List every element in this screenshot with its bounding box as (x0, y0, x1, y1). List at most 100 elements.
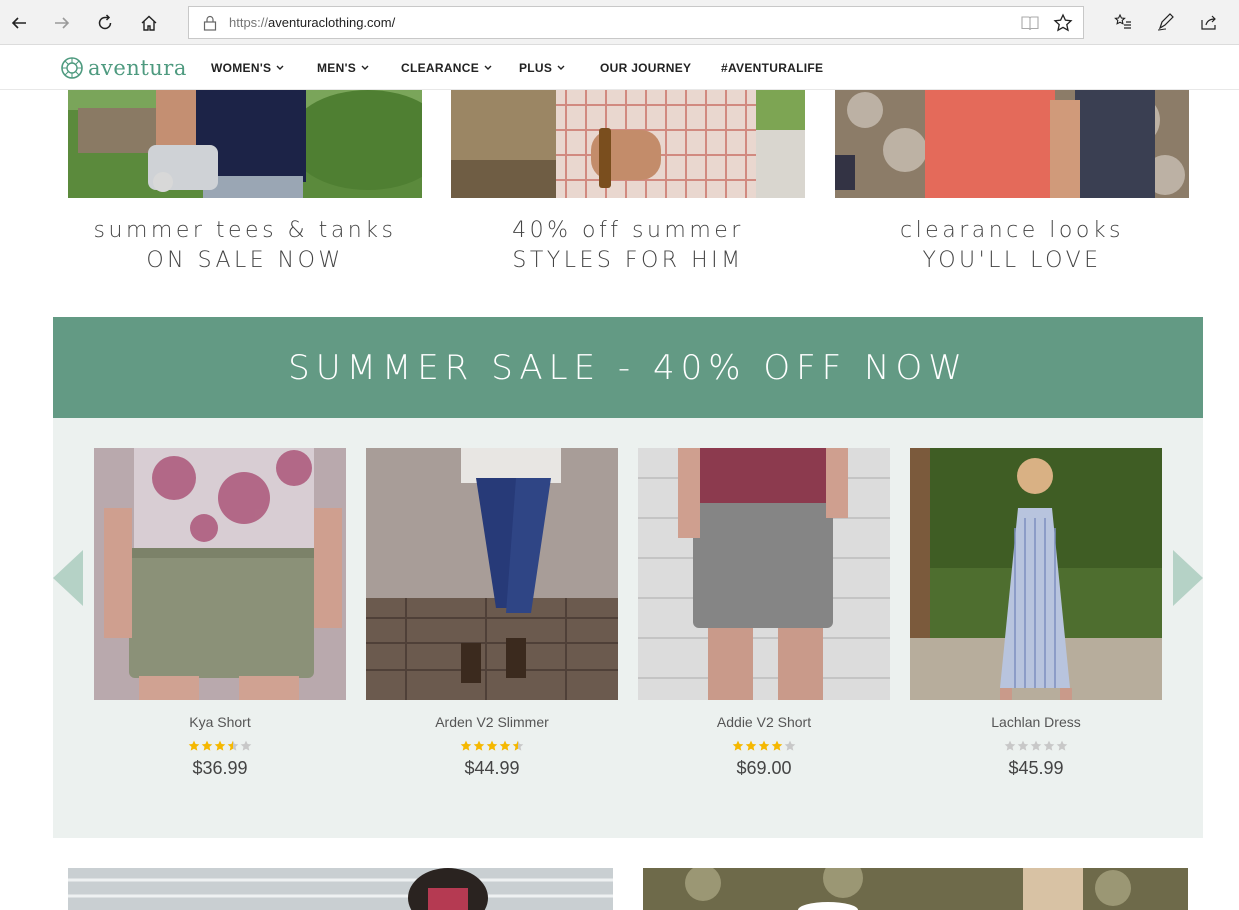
hero-photo (68, 90, 422, 198)
nav-item-clearance[interactable]: CLEARANCE (401, 61, 519, 75)
logo-mandala-icon (61, 57, 83, 79)
rating-star-icon (473, 740, 485, 751)
rating-star-icon (240, 740, 252, 751)
hero-photo (451, 90, 805, 198)
hero-caption-clearance[interactable]: clearance looks YOU'LL LOVE (835, 216, 1189, 276)
nav-item-label: CLEARANCE (401, 60, 480, 75)
hero-caption-mens[interactable]: 40% off summer STYLES FOR HIM (451, 216, 805, 276)
product-image[interactable] (366, 448, 618, 700)
product-carousel: Kya Short $36.99 Arden V2 Slimmer $44.99 (53, 418, 1203, 838)
hero-caption-line1: summer tees & tanks (93, 218, 397, 243)
nav-item-plus[interactable]: PLUS (519, 61, 600, 75)
sale-banner-text: SUMMER SALE - 40% OFF NOW (288, 347, 968, 388)
hero-caption-womens[interactable]: summer tees & tanks ON SALE NOW (68, 216, 422, 276)
rating-star-icon (214, 740, 226, 751)
product-name[interactable]: Arden V2 Slimmer (366, 714, 618, 730)
product-card[interactable]: Arden V2 Slimmer $44.99 (366, 448, 618, 779)
promo-image-left[interactable] (68, 868, 613, 910)
url-host: aventuraclothing.com/ (268, 15, 396, 30)
share-button[interactable] (1197, 10, 1221, 34)
rating-star-icon (1017, 740, 1029, 751)
nav-item-womens[interactable]: WOMEN'S (211, 61, 317, 75)
rating-star-icon (227, 740, 239, 751)
lock-icon (203, 15, 217, 31)
rating-star-icon (486, 740, 498, 751)
product-rating (94, 740, 346, 752)
product-rating (366, 740, 618, 752)
product-name[interactable]: Addie V2 Short (638, 714, 890, 730)
home-button[interactable] (134, 8, 164, 38)
rating-star-icon (201, 740, 213, 751)
product-name[interactable]: Kya Short (94, 714, 346, 730)
hero-image-mens[interactable] (451, 90, 805, 198)
product-card[interactable]: Addie V2 Short $69.00 (638, 448, 890, 779)
nav-item-label: MEN'S (317, 60, 357, 75)
forward-button[interactable] (47, 8, 77, 38)
rating-star-icon (1030, 740, 1042, 751)
carousel-next-arrow-icon[interactable] (1173, 548, 1203, 608)
rating-star-icon (771, 740, 783, 751)
back-arrow-icon (11, 17, 26, 29)
rating-star-icon (188, 740, 200, 751)
chevron-down-icon (361, 65, 369, 70)
favorite-star-icon[interactable] (1053, 13, 1073, 33)
hero-caption-line2: ON SALE NOW (146, 248, 344, 273)
product-card[interactable]: Kya Short $36.99 (94, 448, 346, 779)
share-icon (1201, 15, 1216, 30)
rating-star-icon (784, 740, 796, 751)
rating-star-icon (460, 740, 472, 751)
favorites-hub-button[interactable] (1111, 10, 1135, 34)
favorites-list-icon (1114, 13, 1131, 29)
reading-view-icon[interactable] (1021, 15, 1039, 31)
nav-item-our-journey[interactable]: OUR JOURNEY (600, 61, 721, 75)
address-bar[interactable]: https://aventuraclothing.com/ (188, 6, 1084, 39)
chevron-down-icon (276, 65, 284, 70)
hero-caption-line1: clearance looks (899, 218, 1125, 243)
refresh-button[interactable] (90, 8, 120, 38)
site-logo[interactable]: aventura (60, 54, 187, 82)
nav-item-mens[interactable]: MEN'S (317, 61, 401, 75)
url-protocol: https:// (229, 15, 269, 30)
product-name[interactable]: Lachlan Dress (910, 714, 1162, 730)
home-icon (141, 15, 157, 31)
sale-banner[interactable]: SUMMER SALE - 40% OFF NOW (53, 317, 1203, 418)
carousel-prev-arrow-icon[interactable] (53, 548, 83, 608)
hero-image-clearance[interactable] (835, 90, 1189, 198)
logo-text: aventura (88, 56, 187, 80)
product-price: $45.99 (1008, 758, 1064, 778)
product-image[interactable] (910, 448, 1162, 700)
product-price: $44.99 (464, 758, 520, 778)
chevron-down-icon (557, 65, 565, 70)
rating-star-icon (1004, 740, 1016, 751)
rating-star-icon (745, 740, 757, 751)
promo-image-right[interactable] (643, 868, 1188, 910)
nav-item-label: #AVENTURALIFE (721, 60, 824, 75)
hero-caption-line2: STYLES FOR HIM (512, 248, 744, 273)
rating-star-icon (512, 740, 524, 751)
product-price: $36.99 (192, 758, 248, 778)
nav-item-label: PLUS (519, 60, 553, 75)
main-nav: WOMEN'S MEN'S CLEARANCE PLUS OUR JOURNEY… (211, 45, 823, 90)
hero-caption-line2: YOU'LL LOVE (922, 248, 1102, 273)
browser-toolbar: https://aventuraclothing.com/ (0, 0, 1239, 45)
rating-star-icon (1056, 740, 1068, 751)
back-button[interactable] (4, 8, 34, 38)
rating-star-icon (1043, 740, 1055, 751)
chevron-down-icon (484, 65, 492, 70)
web-note-button[interactable] (1154, 10, 1178, 34)
nav-item-aventuralife[interactable]: #AVENTURALIFE (721, 61, 823, 75)
product-rating (910, 740, 1162, 752)
product-image[interactable] (94, 448, 346, 700)
hero-image-womens[interactable] (68, 90, 422, 198)
refresh-icon (98, 14, 112, 30)
hero-caption-line1: 40% off summer (512, 218, 744, 243)
product-card[interactable]: Lachlan Dress $45.99 (910, 448, 1162, 779)
nav-item-label: WOMEN'S (211, 60, 272, 75)
url-text: https://aventuraclothing.com/ (229, 15, 395, 30)
rating-star-icon (732, 740, 744, 751)
site-header: aventura WOMEN'S MEN'S CLEARANCE PLUS OU… (0, 45, 1239, 90)
forward-arrow-icon (55, 17, 70, 29)
product-image[interactable] (638, 448, 890, 700)
rating-star-icon (499, 740, 511, 751)
product-rating (638, 740, 890, 752)
